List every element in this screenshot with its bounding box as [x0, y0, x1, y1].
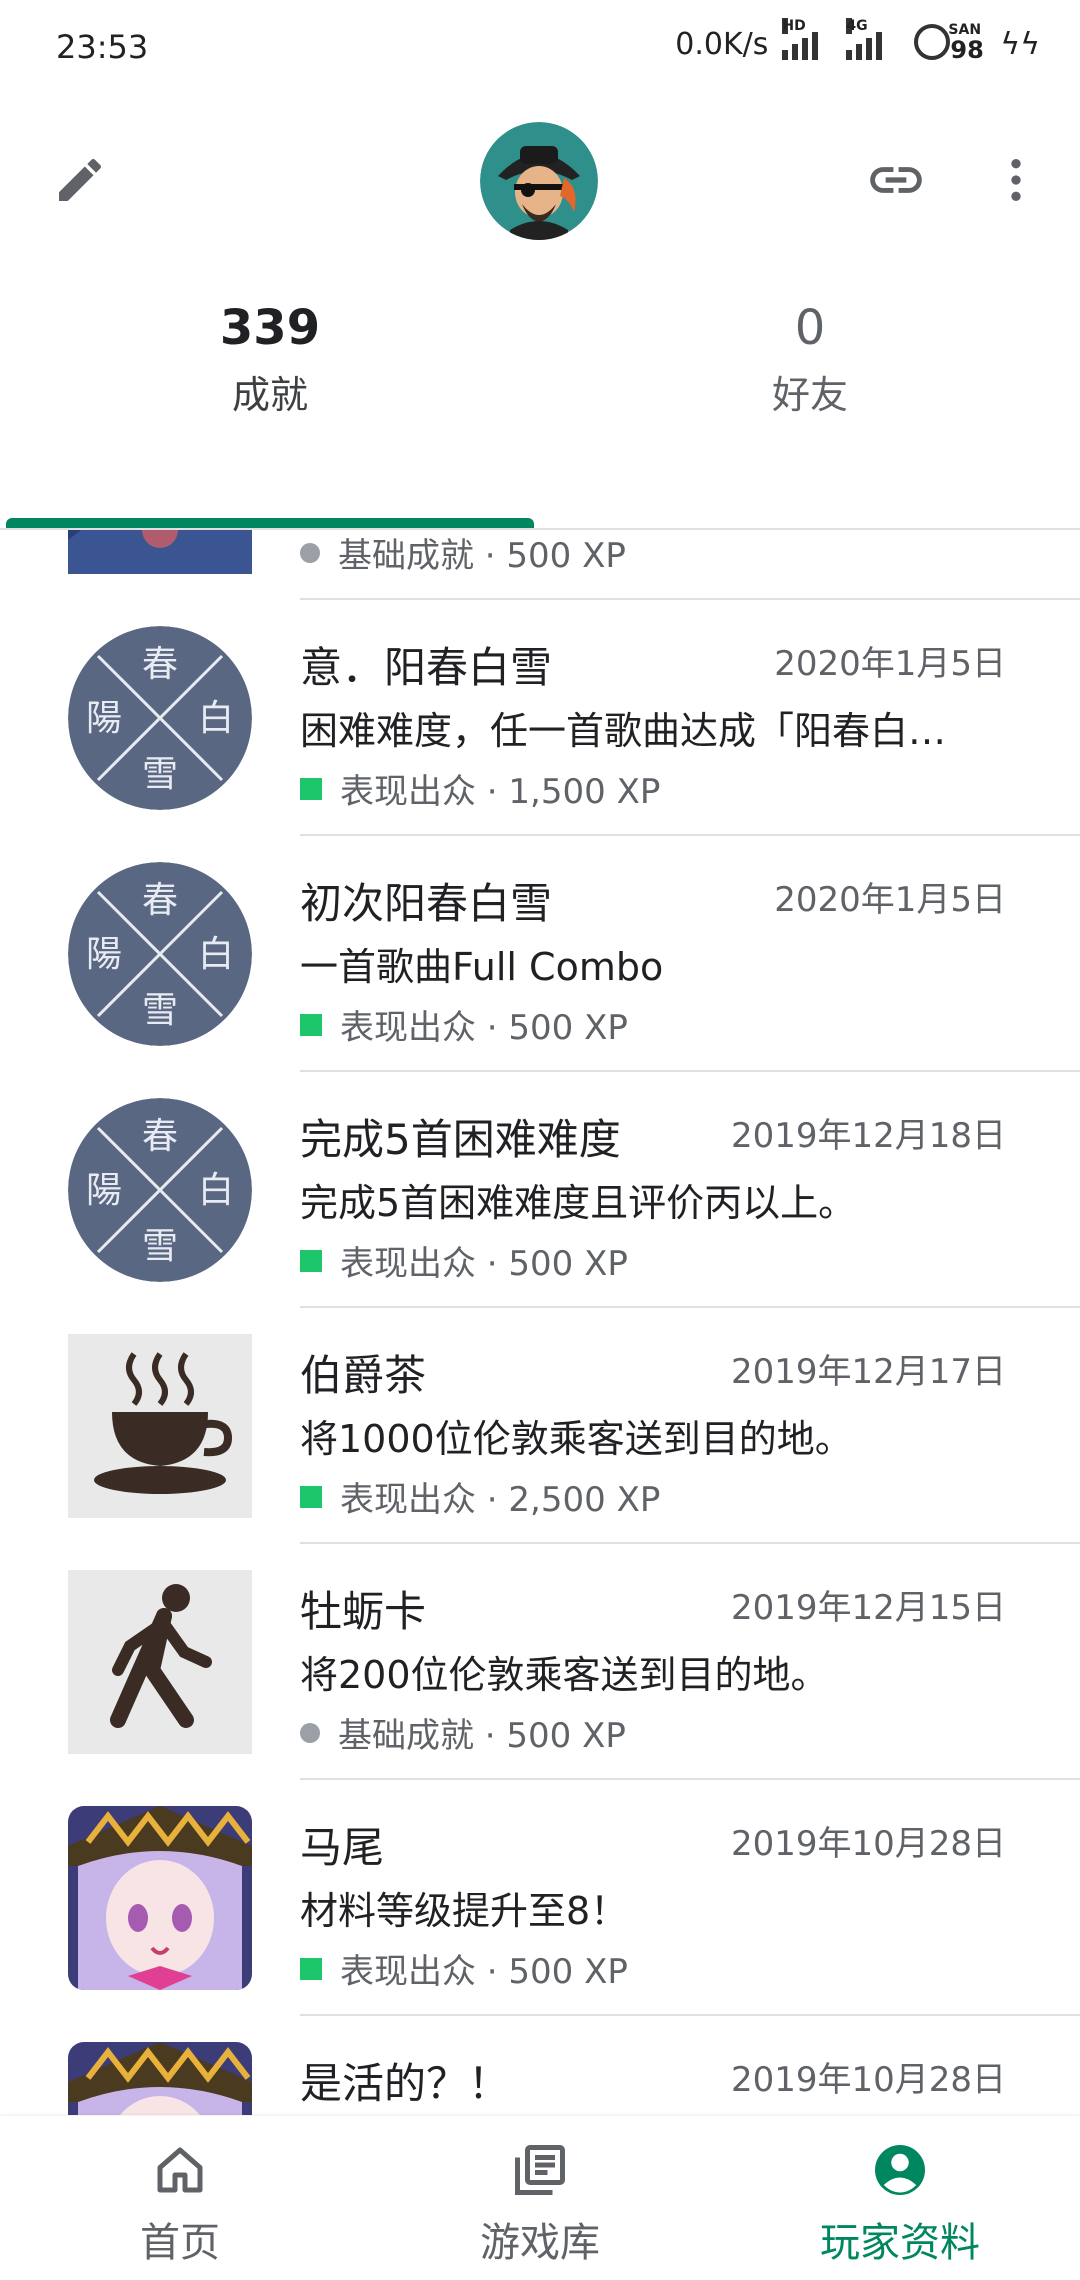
- svg-text:白: 白: [198, 934, 234, 975]
- yangchun-baixue-emblem-icon: 春 陽 白 雪: [68, 1098, 252, 1282]
- achievement-date: 2020年1月5日: [774, 880, 1006, 920]
- avatar[interactable]: [480, 122, 598, 240]
- achievement-meta: 表现出众 · 500 XP: [300, 1944, 628, 1993]
- friends-count: 0: [794, 300, 826, 356]
- tab-indicator: [6, 518, 534, 528]
- achievement-description: 一首歌曲Full Combo: [300, 945, 664, 989]
- tab-achievements[interactable]: 339 成就: [0, 300, 540, 419]
- achievement-meta: 表现出众 · 1,500 XP: [300, 764, 660, 813]
- app-bar: [0, 110, 1080, 250]
- achievement-date: 2019年12月18日: [730, 1116, 1006, 1156]
- svg-text:陽: 陽: [86, 934, 122, 975]
- anime-witch-girl-icon: [68, 2042, 252, 2115]
- yangchun-baixue-emblem-icon: 春 陽 白 雪: [68, 862, 252, 1046]
- nav-home-label: 首页: [140, 2220, 220, 2266]
- achievement-list[interactable]: 基础成就 · 500 XP 春 陽 白 雪 意．阳春白雪 2020年1月5日 困…: [0, 530, 1080, 2115]
- achievement-title: 是活的？！: [300, 2059, 511, 2108]
- achievement-meta: 基础成就 · 500 XP: [300, 1708, 626, 1757]
- achievement-meta: 表现出众 · 2,500 XP: [300, 1472, 660, 1521]
- outstanding-tier-icon: [300, 1249, 322, 1272]
- achievement-description: 材料等级提升至8！: [300, 1889, 629, 1933]
- nav-profile[interactable]: 玩家资料: [720, 2116, 1080, 2280]
- yangchun-baixue-emblem-icon: 春 陽 白 雪: [68, 626, 252, 810]
- status-bar: 23:53 0.0K/s HD 4G SAN 98 ϟϟ: [0, 0, 1080, 100]
- svg-text:春: 春: [142, 1116, 178, 1157]
- tab-friends[interactable]: 0 好友: [540, 300, 1080, 419]
- achievement-meta: 表现出众 · 500 XP: [300, 1236, 628, 1285]
- friends-label: 好友: [771, 372, 848, 417]
- list-item[interactable]: 基础成就 · 500 XP: [0, 530, 1080, 600]
- achievement-title: 初次阳春白雪: [300, 879, 553, 928]
- achievements-count: 339: [219, 300, 321, 356]
- basic-tier-icon: [300, 1722, 320, 1743]
- nav-library[interactable]: 游戏库: [360, 2116, 720, 2280]
- achievement-date: 2019年10月28日: [730, 1824, 1006, 1864]
- achievement-description: 完成5首困难难度且评价丙以上。: [300, 1181, 857, 1225]
- outstanding-tier-icon: [300, 1957, 322, 1980]
- achievement-meta: 基础成就 · 500 XP: [300, 530, 626, 577]
- achievement-description: 将200位伦敦乘客送到目的地。: [300, 1653, 829, 1697]
- outstanding-tier-icon: [300, 777, 322, 800]
- svg-text:陽: 陽: [86, 698, 122, 739]
- network-speed: 0.0K/s: [675, 26, 769, 62]
- list-item[interactable]: 春 陽 白 雪 完成5首困难难度 2019年12月18日 完成5首困难难度且评价…: [0, 1072, 1080, 1308]
- achievements-label: 成就: [231, 372, 308, 417]
- nav-home[interactable]: 首页: [0, 2116, 360, 2280]
- svg-text:春: 春: [142, 880, 178, 921]
- svg-text:雪: 雪: [142, 754, 178, 795]
- signal-hd-icon: HD: [782, 18, 819, 60]
- list-item[interactable]: 是活的？！ 2019年10月28日: [0, 2016, 1080, 2115]
- achievement-description: 将1000位伦敦乘客送到目的地。: [300, 1417, 853, 1461]
- list-item[interactable]: 春 陽 白 雪 初次阳春白雪 2020年1月5日 一首歌曲Full Combo …: [0, 836, 1080, 1072]
- pencil-icon[interactable]: [40, 140, 120, 220]
- signal-4g-icon: 4G: [846, 18, 883, 60]
- svg-text:白: 白: [198, 698, 234, 739]
- achievement-title: 完成5首困难难度: [300, 1115, 621, 1164]
- achievement-title: 马尾: [300, 1823, 385, 1872]
- bottom-navigation: 首页 游戏库 玩家资料: [0, 2116, 1080, 2280]
- svg-text:雪: 雪: [142, 990, 178, 1031]
- nav-profile-label: 玩家资料: [820, 2220, 980, 2266]
- home-icon: [150, 2140, 210, 2200]
- achievement-meta: 表现出众 · 500 XP: [300, 1000, 628, 1049]
- achievement-title: 牡蛎卡: [300, 1587, 427, 1636]
- achievement-date: 2019年10月28日: [730, 2060, 1006, 2100]
- link-icon[interactable]: [856, 140, 936, 220]
- anime-witch-girl-icon: [68, 1806, 252, 1990]
- status-indicators: 0.0K/s HD 4G SAN 98 ϟϟ: [675, 18, 1040, 64]
- charging-icon: ϟϟ: [1000, 26, 1040, 62]
- outstanding-tier-icon: [300, 1013, 322, 1036]
- achievement-date: 2019年12月15日: [730, 1588, 1006, 1628]
- achievement-date: 2020年1月5日: [774, 644, 1006, 684]
- svg-text:雪: 雪: [142, 1226, 178, 1267]
- achievement-description: 困难难度，任一首歌曲达成「阳春白…: [300, 709, 947, 753]
- library-icon: [510, 2140, 570, 2200]
- list-item[interactable]: 牡蛎卡 2019年12月15日 将200位伦敦乘客送到目的地。 基础成就 · 5…: [0, 1544, 1080, 1780]
- outstanding-tier-icon: [300, 1485, 322, 1508]
- walking-person-icon: [68, 1570, 252, 1754]
- achievement-title: 伯爵茶: [300, 1351, 427, 1400]
- achievement-date: 2019年12月17日: [730, 1352, 1006, 1392]
- svg-text:陽: 陽: [86, 1170, 122, 1211]
- nav-library-label: 游戏库: [480, 2220, 600, 2266]
- list-item[interactable]: 春 陽 白 雪 意．阳春白雪 2020年1月5日 困难难度，任一首歌曲达成「阳春…: [0, 600, 1080, 836]
- account-circle-icon: [870, 2140, 930, 2200]
- svg-text:白: 白: [198, 1170, 234, 1211]
- basic-tier-icon: [300, 542, 320, 563]
- battery-icon: SAN 98: [914, 22, 984, 64]
- list-item[interactable]: 马尾 2019年10月28日 材料等级提升至8！ 表现出众 · 500 XP: [0, 1780, 1080, 2016]
- svg-text:春: 春: [142, 644, 178, 685]
- teacup-icon: [68, 1334, 252, 1518]
- achievement-title: 意．阳春白雪: [300, 643, 553, 692]
- list-item[interactable]: 伯爵茶 2019年12月17日 将1000位伦敦乘客送到目的地。 表现出众 · …: [0, 1308, 1080, 1544]
- mountain-landscape-icon: [68, 530, 252, 574]
- more-vertical-icon[interactable]: [976, 140, 1056, 220]
- status-time: 23:53: [56, 28, 149, 66]
